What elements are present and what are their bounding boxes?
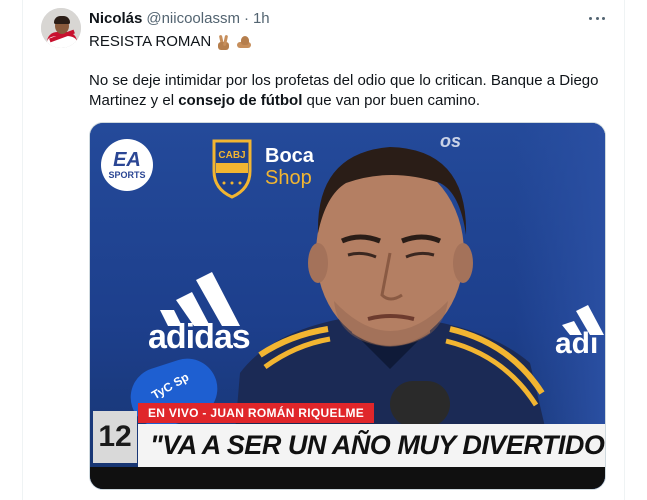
tweet-headline: RESISTA ROMAN <box>89 33 212 50</box>
tweet-card[interactable]: Nicolás @niicoolassm · 1h RESISTA ROMAN … <box>0 0 647 500</box>
quote-banner: "VA A SER UN AÑO MUY DIVERTIDO" <box>138 424 605 467</box>
channel-number: 12 <box>93 411 137 463</box>
more-options-icon[interactable] <box>588 10 606 26</box>
author-handle[interactable]: @niicoolassm <box>146 10 240 27</box>
live-banner: EN VIVO - JUAN ROMÁN RIQUELME <box>138 403 374 423</box>
tweet-media-image[interactable]: EA SPORTS CABJ Boca Shop os adidas adi T… <box>89 122 606 490</box>
victory-hand-icon <box>215 34 232 51</box>
tweet-header: Nicolás @niicoolassm · 1h <box>89 9 270 27</box>
tweet-body: No se deje intimidar por los profetas de… <box>89 71 609 111</box>
body-text-bold: consejo de fútbol <box>178 92 303 109</box>
tweet-timestamp[interactable]: 1h <box>253 10 270 27</box>
flexed-biceps-icon <box>236 34 253 51</box>
right-divider <box>624 0 625 500</box>
author-name[interactable]: Nicolás <box>89 10 142 27</box>
avatar[interactable] <box>41 8 81 48</box>
broadcast-lower-third: 12 EN VIVO - JUAN ROMÁN RIQUELME "VA A S… <box>90 403 605 489</box>
ticker-bar <box>90 467 605 489</box>
left-divider <box>22 0 23 500</box>
body-text-end: que van por buen camino. <box>302 92 480 109</box>
header-separator: · <box>243 9 249 27</box>
tweet-first-line: RESISTA ROMAN <box>89 32 253 52</box>
